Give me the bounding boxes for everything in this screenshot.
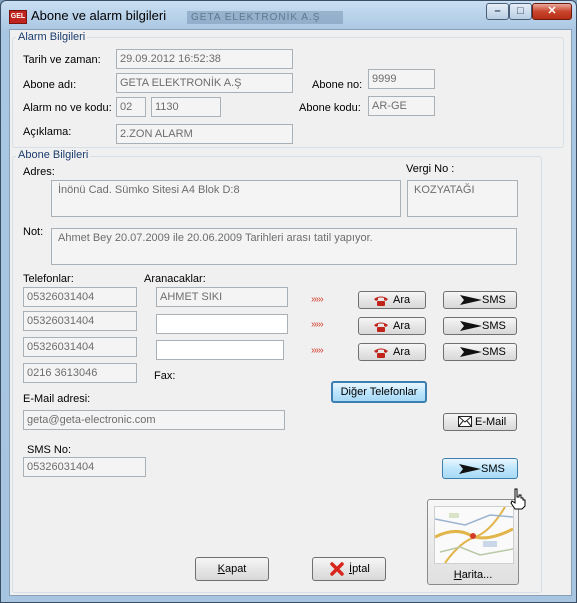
subscriber-no-label: Abone no: [312,79,363,91]
phones-label: Telefonlar: [23,273,74,285]
subscriber-name-label: Abone adı: [23,79,77,91]
phone-icon [374,348,388,358]
close-button-label: Kapat [217,563,247,575]
address-label: Adres: [23,166,55,178]
maximize-icon: □ [517,5,524,17]
arrow-indicator-2: ››››› [311,319,324,330]
callee-2-field[interactable] [156,314,288,334]
phone-3-field[interactable]: 05326031404 [23,337,137,357]
cancel-x-icon [330,562,344,576]
subscriber-name-field[interactable]: GETA ELEKTRONİK A.Ş [116,73,293,93]
alarm-no-field[interactable]: 02 [116,97,146,117]
other-phones-button-label: Diğer Telefonlar [340,386,418,398]
arrow-indicator-3: ››››› [311,345,324,356]
maximize-button[interactable]: □ [509,3,532,20]
map-button-label: Harita... [453,569,493,581]
description-field[interactable]: 2.ZON ALARM [116,124,293,144]
sms-arrow-icon [460,295,482,305]
fax-phone-field[interactable]: 0216 3613046 [23,363,137,383]
envelope-icon [458,416,472,427]
alarm-info-legend: Alarm Bilgileri [16,31,88,43]
callee-3-field[interactable] [156,340,284,360]
sms-no-field[interactable]: 05326031404 [23,457,146,477]
call-button-3-label: Ara [393,346,411,358]
phone-2-field[interactable]: 05326031404 [23,311,137,331]
datetime-field[interactable]: 29.09.2012 16:52:38 [116,49,293,69]
sms-button-3-label: SMS [482,346,506,358]
subscriber-no-field[interactable]: 9999 [368,69,435,89]
map-thumbnail-drawing [435,507,513,563]
cancel-button[interactable]: İptal [312,557,386,581]
alarm-no-code-label: Alarm no ve kodu: [23,102,112,114]
call-button-1[interactable]: Ara [358,291,426,309]
other-phones-button[interactable]: Diğer Telefonlar [331,381,427,403]
main-window: GEL Abone ve alarm bilgileri GETA ELEKTR… [0,0,577,603]
phone-icon [374,322,388,332]
email-button-label: E-Mail [475,416,507,428]
email-field[interactable]: geta@geta-electronic.com [23,410,285,430]
sms-arrow-icon [460,347,482,357]
callee-1-field[interactable]: AHMET SIKI [156,287,288,307]
sms-button-2[interactable]: SMS [443,317,517,335]
subscriber-code-field[interactable]: AR-GE [368,96,435,116]
subscriber-info-legend: Abone Bilgileri [16,149,91,161]
call-button-3[interactable]: Ara [358,343,426,361]
sms-button-1[interactable]: SMS [443,291,517,309]
alarm-code-field[interactable]: 1130 [151,97,221,117]
window-title: Abone ve alarm bilgileri [31,8,167,23]
call-button-1-label: Ara [393,294,411,306]
tax-no-field[interactable]: KOZYATAĞI [407,180,518,217]
close-icon: ✕ [547,5,557,17]
fax-label: Fax: [154,370,176,382]
sms-button-2-label: SMS [482,320,506,332]
dialog-client-area: Alarm Bilgileri Tarih ve zaman: 29.09.20… [9,29,572,596]
callees-label: Aranacaklar: [144,273,206,285]
minimize-icon: – [494,5,501,17]
background-window-title: GETA ELEKTRONİK A.Ş [187,11,343,24]
minimize-button[interactable]: – [486,3,509,20]
close-button[interactable]: Kapat [195,557,269,581]
sms-arrow-icon [460,321,482,331]
sms-button-3[interactable]: SMS [443,343,517,361]
address-field[interactable]: İnönü Cad. Sümko Sitesi A4 Blok D:8 [51,180,401,217]
description-label: Açıklama: [23,126,72,138]
subscriber-code-label: Abone kodu: [299,102,361,114]
datetime-label: Tarih ve zaman: [23,54,101,66]
app-icon: GEL [9,10,27,24]
note-label: Not: [23,226,44,238]
phone-icon [374,296,388,306]
call-button-2-label: Ara [393,320,411,332]
hand-cursor-icon [510,488,526,510]
sms-button-1-label: SMS [482,294,506,306]
title-bar[interactable]: GEL Abone ve alarm bilgileri GETA ELEKTR… [1,1,576,29]
arrow-indicator-1: ››››› [311,294,324,305]
sms-arrow-icon [459,464,481,474]
note-field[interactable]: Ahmet Bey 20.07.2009 ile 20.06.2009 Tari… [51,228,517,265]
sms-send-button[interactable]: SMS [442,458,518,479]
close-window-button[interactable]: ✕ [532,3,572,20]
sms-no-label: SMS No: [27,444,72,456]
email-label: E-Mail adresi: [23,393,91,405]
email-button[interactable]: E-Mail [443,413,517,431]
tax-no-label: Vergi No : [406,163,455,175]
cancel-button-label: İptal [349,563,370,575]
map-thumbnail [434,506,514,564]
map-button[interactable]: Harita... [427,499,519,585]
phone-1-field[interactable]: 05326031404 [23,287,137,307]
sms-send-button-label: SMS [481,463,505,475]
call-button-2[interactable]: Ara [358,317,426,335]
